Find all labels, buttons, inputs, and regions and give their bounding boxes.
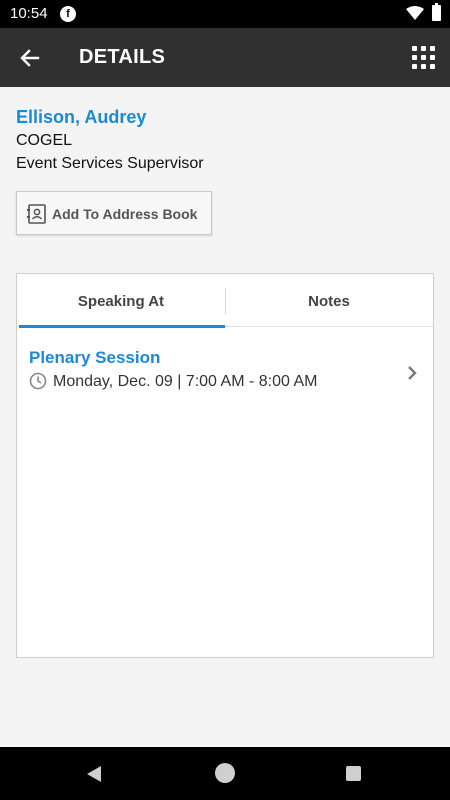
selected-tab-indicator [19,325,225,328]
battery-icon [432,3,441,21]
tab-bar: Speaking At Notes [17,274,433,328]
status-bar: 10:54 f [0,0,450,28]
page-title: DETAILS [79,46,166,68]
speaker-organization: COGEL [16,132,73,149]
add-to-address-book-label: Add To Address Book [52,206,198,222]
grid-icon [412,46,436,70]
sessions-panel: Speaking At Notes Plenary Session Monday… [16,273,434,658]
tab-speaking-at[interactable]: Speaking At [17,274,225,328]
add-to-address-book-button[interactable]: Add To Address Book [16,191,212,235]
arrow-back-icon [20,49,40,67]
menu-grid-button[interactable] [408,42,440,74]
tab-label: Notes [308,293,350,310]
tab-label: Speaking At [77,293,165,310]
clock-icon [29,372,47,390]
system-navigation-bar [0,747,450,800]
speaker-name: Ellison, Audrey [16,107,147,127]
speaker-job-title: Event Services Supervisor [16,155,204,172]
contact-card-icon [27,204,46,224]
back-button[interactable] [14,42,46,74]
app-bar: DETAILS [0,28,450,87]
session-time: Monday, Dec. 09 | 7:00 AM - 8:00 AM [53,373,318,390]
nav-home-icon[interactable] [215,763,235,783]
nav-recents-icon[interactable] [346,766,361,781]
tab-notes[interactable]: Notes [225,274,433,327]
status-time: 10:54 [10,5,48,22]
nav-back-icon[interactable] [86,765,102,783]
session-list-item[interactable]: Plenary Session Monday, Dec. 09 | 7:00 A… [17,334,433,394]
chevron-right-icon [408,366,417,380]
notification-app-icon: f [60,6,76,22]
session-title: Plenary Session [29,348,161,367]
wifi-icon [406,6,424,25]
